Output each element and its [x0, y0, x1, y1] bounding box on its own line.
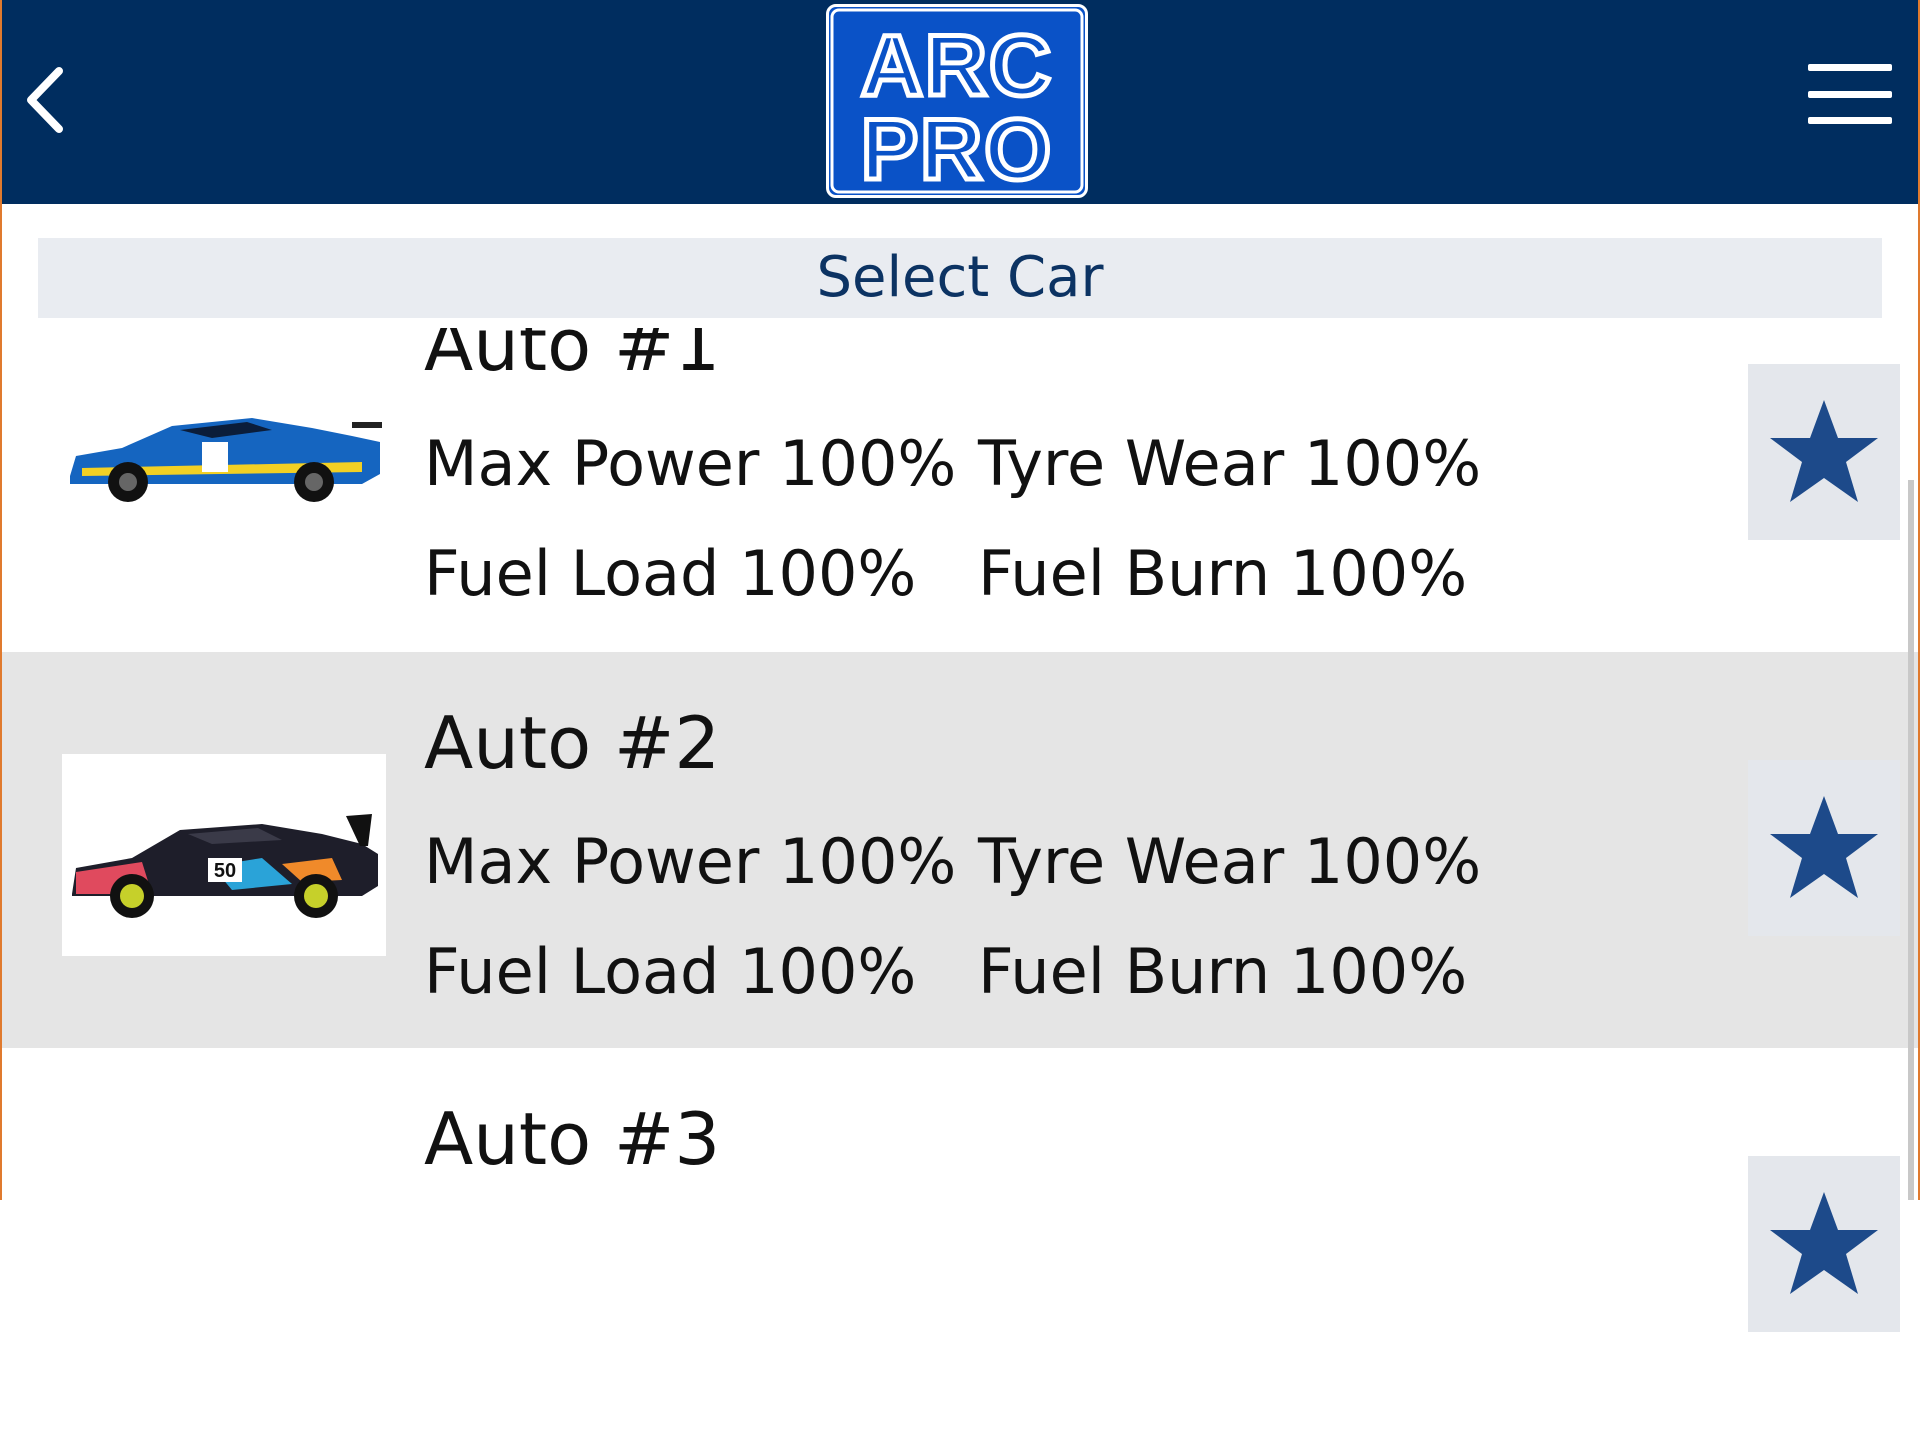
section-title: Select Car	[38, 238, 1882, 318]
header-spacer	[0, 204, 1920, 238]
fuel-burn-stat: Fuel Burn 100%	[978, 537, 1468, 610]
car-thumbnail-1	[62, 356, 386, 558]
race-car-image: 50 BMW Walkenhorst	[72, 814, 378, 918]
car-list-item-2[interactable]: Auto #2 50 BMW Walkenhorst Max Power 100…	[0, 652, 1920, 1048]
fuel-burn-stat: Fuel Burn 100%	[978, 935, 1468, 1008]
arc-pro-logo: ARC PRO	[826, 4, 1088, 198]
max-power-stat: Max Power 100%	[424, 825, 957, 898]
max-power-stat: Max Power 100%	[424, 427, 957, 500]
logo-text-arc: ARC	[861, 18, 1053, 114]
tyre-wear-stat: Tyre Wear 100%	[978, 825, 1482, 898]
title-spacer	[0, 318, 1920, 328]
hamburger-menu-icon-bar	[1808, 117, 1892, 124]
tyre-wear-stat: Tyre Wear 100%	[978, 427, 1482, 500]
car-list-item-3[interactable]: Auto #3	[0, 1048, 1920, 1444]
car-name: Auto #3	[424, 1097, 721, 1181]
favorite-button[interactable]	[1748, 1156, 1900, 1332]
chevron-left-icon	[27, 67, 63, 133]
star-icon	[1770, 796, 1878, 898]
star-icon	[1770, 1192, 1878, 1294]
app-header: ARC PRO	[0, 0, 1920, 204]
fuel-load-stat: Fuel Load 100%	[424, 537, 917, 610]
window-frame-left	[0, 0, 2, 1200]
scrollbar[interactable]	[1908, 480, 1914, 1200]
race-car-image	[70, 418, 382, 502]
back-button[interactable]	[4, 50, 88, 150]
car-thumbnail-2: 50 BMW Walkenhorst	[62, 754, 386, 956]
hamburger-menu-icon-bar	[1808, 64, 1892, 71]
favorite-button[interactable]	[1748, 364, 1900, 540]
favorite-button[interactable]	[1748, 760, 1900, 936]
fuel-load-stat: Fuel Load 100%	[424, 935, 917, 1008]
star-icon	[1770, 400, 1878, 502]
car-name: Auto #2	[424, 701, 721, 785]
car-number: 50	[214, 860, 236, 882]
hamburger-menu-button[interactable]	[1800, 56, 1900, 132]
car-sponsor: BMW Walkenhorst	[178, 902, 266, 913]
logo-text-pro: PRO	[861, 102, 1053, 195]
hamburger-menu-icon-bar	[1808, 90, 1892, 98]
